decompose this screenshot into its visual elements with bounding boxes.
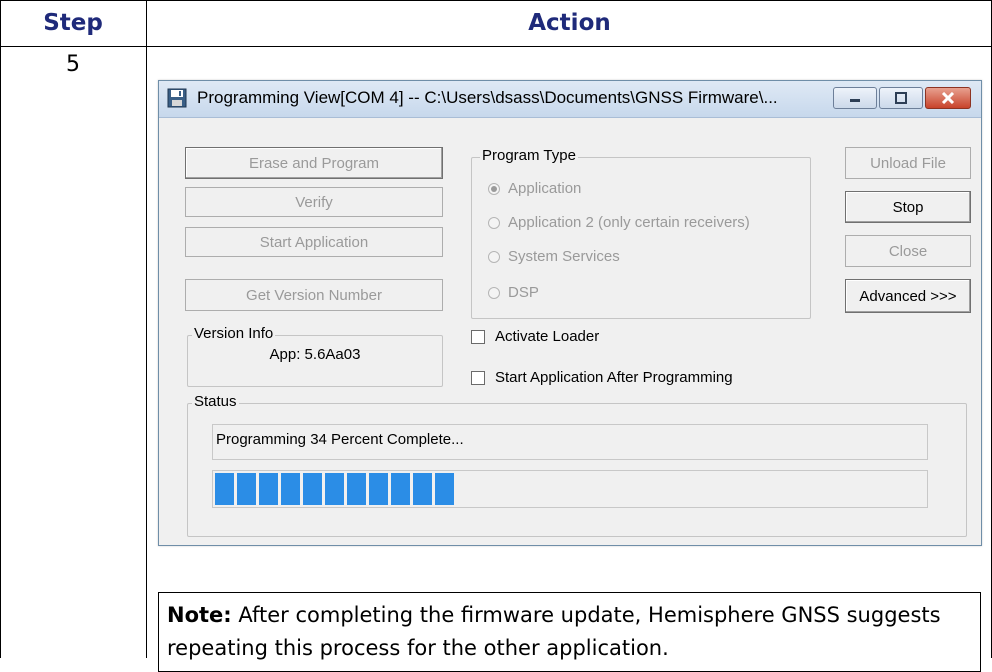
- minimize-button[interactable]: [833, 87, 877, 109]
- window-titlebar[interactable]: Programming View[COM 4] -- C:\Users\dsas…: [159, 81, 981, 118]
- progress-bar-fill: [215, 473, 456, 505]
- status-label: Status: [192, 393, 239, 410]
- programming-view-window: Programming View[COM 4] -- C:\Users\dsas…: [158, 80, 982, 546]
- status-message: Programming 34 Percent Complete...: [212, 424, 928, 460]
- verify-button[interactable]: Verify: [185, 187, 443, 217]
- window-title: Programming View[COM 4] -- C:\Users\dsas…: [197, 88, 778, 107]
- program-type-label: Program Type: [480, 147, 578, 164]
- advanced-button[interactable]: Advanced >>>: [845, 279, 971, 313]
- radio-dsp[interactable]: DSP: [488, 284, 539, 301]
- note-box: Note: After completing the firmware upda…: [158, 592, 981, 672]
- radio-system-services[interactable]: System Services: [488, 248, 620, 265]
- start-after-programming-checkbox[interactable]: Start Application After Programming: [471, 369, 733, 386]
- radio-button-icon: [488, 216, 500, 229]
- column-divider: [146, 0, 147, 658]
- erase-and-program-button[interactable]: Erase and Program: [185, 147, 443, 179]
- header-divider: [0, 46, 992, 47]
- step-number: 5: [66, 52, 80, 77]
- close-button[interactable]: Close: [845, 235, 971, 267]
- checkbox-icon: [471, 370, 485, 385]
- start-application-button[interactable]: Start Application: [185, 227, 443, 257]
- note-text: After completing the firmware update, He…: [167, 603, 941, 660]
- unload-file-button[interactable]: Unload File: [845, 147, 971, 179]
- header-step: Step: [43, 10, 103, 36]
- radio-application[interactable]: Application: [488, 180, 581, 197]
- maximize-button[interactable]: [879, 87, 923, 109]
- radio-button-icon: [488, 182, 500, 195]
- version-info-group: Version Info App: 5.6Aa03: [187, 325, 443, 387]
- checkbox-icon: [471, 329, 485, 344]
- close-icon: [941, 92, 955, 104]
- maximize-icon: [895, 92, 907, 104]
- radio-application-2-label: Application 2 (only certain receivers): [508, 214, 750, 231]
- radio-system-services-label: System Services: [508, 248, 620, 265]
- activate-loader-checkbox[interactable]: Activate Loader: [471, 328, 599, 345]
- progress-bar: [212, 470, 928, 508]
- version-value: App: 5.6Aa03: [269, 346, 361, 363]
- radio-button-icon: [488, 250, 500, 263]
- radio-application-label: Application: [508, 180, 582, 197]
- program-type-group: Program Type Application Application 2 (…: [471, 147, 811, 319]
- note-label: Note:: [167, 603, 232, 627]
- radio-button-icon: [488, 286, 500, 299]
- status-group: Status Programming 34 Percent Complete..…: [187, 393, 967, 537]
- header-action: Action: [528, 10, 611, 36]
- get-version-number-button[interactable]: Get Version Number: [185, 279, 443, 311]
- close-window-button[interactable]: [925, 87, 971, 109]
- start-after-programming-label: Start Application After Programming: [495, 369, 733, 386]
- radio-dsp-label: DSP: [508, 284, 539, 301]
- minimize-icon: [850, 99, 860, 102]
- table-border-left: [0, 0, 1, 658]
- version-info-label: Version Info: [192, 325, 276, 342]
- activate-loader-label: Activate Loader: [495, 328, 600, 345]
- stop-button[interactable]: Stop: [845, 191, 971, 223]
- floppy-disk-icon: [167, 88, 187, 108]
- radio-application-2[interactable]: Application 2 (only certain receivers): [488, 214, 750, 231]
